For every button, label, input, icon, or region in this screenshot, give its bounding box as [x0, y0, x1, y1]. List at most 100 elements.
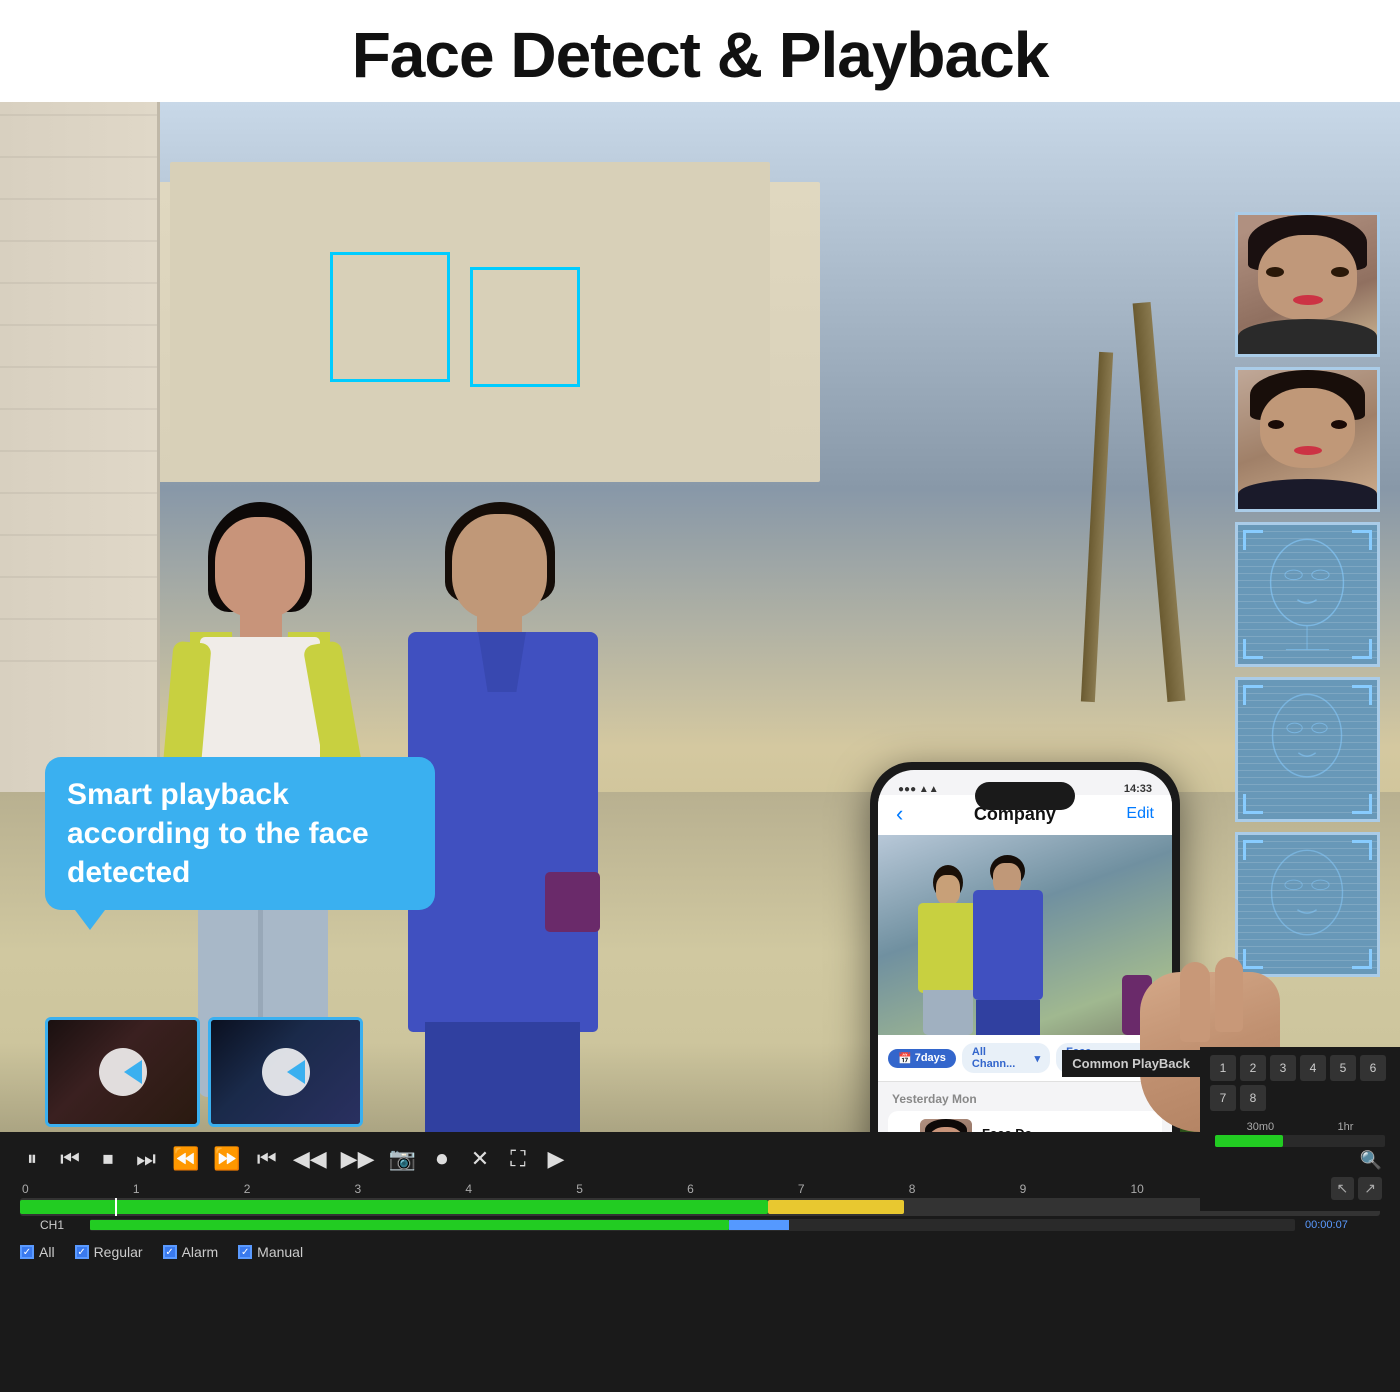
ch-timeline-green	[90, 1220, 729, 1230]
video-thumbnails	[45, 1017, 363, 1127]
ch-num-7[interactable]: 7	[1210, 1085, 1236, 1111]
face-photo-2	[1238, 370, 1377, 509]
dvr-close-btn[interactable]: ✕	[468, 1146, 492, 1172]
dvr-next-btn[interactable]: ⏭	[134, 1146, 158, 1172]
ch-num-2[interactable]: 2	[1240, 1055, 1266, 1081]
tl-num-8: 8	[909, 1182, 916, 1196]
phone-signal: ●●● ▲▲	[898, 784, 939, 795]
speech-bubble-text: Smart playback according to the face det…	[67, 778, 369, 889]
filter-channel-label: All Chann...	[972, 1046, 1032, 1070]
check-regular-label: Regular	[94, 1244, 143, 1260]
face-eyes-1	[1266, 267, 1349, 279]
face-thumb-scan-2[interactable]	[1235, 677, 1380, 822]
p2-coat	[408, 632, 598, 1032]
ch-num-1[interactable]: 1	[1210, 1055, 1236, 1081]
tl-num-5: 5	[576, 1182, 583, 1196]
ch-num-3[interactable]: 3	[1270, 1055, 1296, 1081]
face2-lips	[1294, 446, 1322, 455]
face-thumb-1[interactable]	[1235, 212, 1380, 357]
dvr-forward-btn[interactable]: ⏩	[213, 1146, 240, 1172]
timeline-area: 0 1 2 3 4 5 6 7 8 9 10 11 12	[0, 1178, 1400, 1238]
thumb-play-btn-2[interactable]	[262, 1048, 310, 1096]
dvr-prev-btn[interactable]: ⏮	[58, 1146, 82, 1172]
play-icon-left-1	[106, 1060, 142, 1084]
check-manual-label: Manual	[257, 1244, 303, 1260]
main-timeline-bar[interactable]	[20, 1198, 1380, 1216]
ch-num-4[interactable]: 4	[1300, 1055, 1326, 1081]
dvr-checkboxes: ✓ All ✓ Regular ✓ Alarm ✓ Manual	[0, 1238, 1400, 1266]
face-detect-box-1	[330, 252, 450, 382]
check-alarm[interactable]: ✓ Alarm	[163, 1244, 219, 1260]
dvr-rewind-btn[interactable]: ⏪	[172, 1146, 199, 1172]
video-thumb-2[interactable]	[208, 1017, 363, 1127]
eye-left-2	[1268, 420, 1284, 429]
timeline-numbers: 0 1 2 3 4 5 6 7 8 9 10 11 12	[20, 1182, 1380, 1196]
playback-right-panel: 1 2 3 4 5 6 7 8 30m0 1hr 🔍 ↖ ↗	[1200, 1047, 1400, 1211]
page-title: Face Detect & Playback	[0, 0, 1400, 102]
channel-timeline[interactable]	[90, 1219, 1295, 1231]
filter-days-label: 7days	[915, 1052, 946, 1064]
checkbox-all[interactable]: ✓	[20, 1245, 34, 1259]
phone-edit-button[interactable]: Edit	[1126, 805, 1154, 823]
timeline-recorded-green	[20, 1200, 768, 1214]
dvr-controls: ⏸ ⏮ ⏹ ⏭ ⏪ ⏩ ⏮ ◀◀ ▶▶ 📷 ⏺ ✕ ⛶ ▶	[0, 1132, 1400, 1178]
check-alarm-label: Alarm	[182, 1244, 219, 1260]
p2-bag	[545, 872, 600, 932]
video-thumb-1[interactable]	[45, 1017, 200, 1127]
right-magnify-area: 🔍	[1210, 1147, 1390, 1174]
playback-text: Common PlayBack	[1072, 1056, 1190, 1071]
dvr-skip-start-btn[interactable]: ⏮	[255, 1146, 279, 1172]
phone-notch	[975, 782, 1075, 810]
ch-num-8[interactable]: 8	[1240, 1085, 1266, 1111]
tl-num-2: 2	[244, 1182, 251, 1196]
checkbox-regular[interactable]: ✓	[75, 1245, 89, 1259]
tl-num-3: 3	[355, 1182, 362, 1196]
common-playback-label: Common PlayBack	[1062, 1050, 1200, 1077]
p2-face	[452, 514, 547, 619]
arrow-right-btn[interactable]: ↗	[1358, 1177, 1382, 1200]
magnify-icon[interactable]: 🔍	[1360, 1150, 1382, 1171]
face-panel	[1235, 212, 1380, 977]
dvr-slower-btn[interactable]: ◀◀	[293, 1146, 327, 1172]
face2-eyes	[1268, 420, 1347, 430]
checkbox-alarm[interactable]: ✓	[163, 1245, 177, 1259]
dvr-faster-btn[interactable]: ▶▶	[341, 1146, 375, 1172]
face-detect-box-2	[470, 267, 580, 387]
building-left	[0, 102, 160, 852]
finger-1	[1180, 962, 1210, 1042]
ch-num-5[interactable]: 5	[1330, 1055, 1356, 1081]
arrow-left-btn[interactable]: ↖	[1331, 1177, 1355, 1200]
dvr-record-btn[interactable]: ⏺	[430, 1146, 454, 1172]
eye-right-1	[1331, 267, 1349, 277]
ch-timeline-blue	[729, 1220, 789, 1230]
tl-num-10: 10	[1130, 1182, 1143, 1196]
check-manual[interactable]: ✓ Manual	[238, 1244, 303, 1260]
thumb-play-btn-1[interactable]	[99, 1048, 147, 1096]
filter-calendar-icon: 📅	[898, 1052, 912, 1065]
face-photo-1	[1238, 215, 1377, 354]
right-timeline-bar[interactable]	[1215, 1135, 1385, 1147]
channel-number-grid: 1 2 3 4 5 6 7 8	[1210, 1055, 1390, 1111]
dvr-stop-btn[interactable]: ⏹	[96, 1146, 120, 1172]
play-icon-left-2	[269, 1060, 305, 1084]
filter-channel[interactable]: All Chann... ▾	[962, 1043, 1050, 1073]
palm-trunk-1	[1133, 302, 1186, 702]
checkbox-manual[interactable]: ✓	[238, 1245, 252, 1259]
dvr-fullscreen-btn[interactable]: ⛶	[506, 1146, 530, 1172]
face-scan-graphic-1	[1238, 525, 1377, 664]
face-thumb-2[interactable]	[1235, 367, 1380, 512]
filter-7days[interactable]: 📅 7days	[888, 1049, 956, 1068]
face-thumb-scan-1[interactable]	[1235, 522, 1380, 667]
check-all[interactable]: ✓ All	[20, 1244, 55, 1260]
checkmark-regular: ✓	[77, 1247, 85, 1258]
check-regular[interactable]: ✓ Regular	[75, 1244, 143, 1260]
tl-num-1: 1	[133, 1182, 140, 1196]
palm-trunk-2	[1081, 352, 1113, 702]
phone-time: 14:33	[1124, 783, 1152, 795]
dvr-play-btn[interactable]: ▶	[544, 1146, 568, 1172]
phone-back-button[interactable]: ‹	[896, 801, 903, 827]
dvr-snapshot-btn[interactable]: 📷	[389, 1146, 416, 1172]
dvr-pause-btn[interactable]: ⏸	[20, 1148, 44, 1171]
finger-2	[1215, 957, 1243, 1032]
ch-num-6[interactable]: 6	[1360, 1055, 1386, 1081]
